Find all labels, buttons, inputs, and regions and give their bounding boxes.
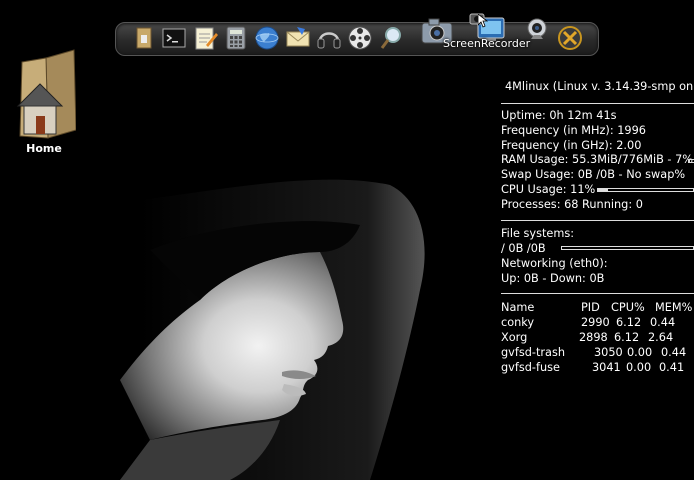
process-pid: 3041	[592, 361, 621, 374]
dock-tooltip: ScreenRecorder	[443, 37, 531, 50]
calculator-icon[interactable]	[222, 24, 250, 52]
process-mem: 0.44	[661, 346, 687, 359]
process-cpu: 0.00	[626, 361, 652, 374]
filesystem-root-bar	[561, 246, 694, 250]
mouse-pointer-icon	[478, 14, 488, 28]
headphones-icon[interactable]	[315, 24, 343, 52]
process-mem: 2.64	[648, 331, 674, 344]
divider	[501, 293, 694, 294]
header-cpu: CPU%	[611, 301, 645, 314]
ram-usage-bar	[688, 159, 694, 163]
header-pid: PID	[581, 301, 600, 314]
terminal-icon[interactable]	[160, 24, 188, 52]
processes-count: Processes: 68 Running: 0	[501, 198, 643, 211]
frequency-ghz: Frequency (in GHz): 2.00	[501, 139, 642, 152]
cpu-usage: CPU Usage: 11%	[501, 183, 596, 196]
process-cpu: 6.12	[614, 331, 640, 344]
process-name: gvfsd-fuse	[501, 361, 560, 374]
cpu-usage-bar-fill	[598, 189, 609, 191]
divider	[501, 103, 694, 104]
divider	[501, 220, 694, 221]
filesystem-root: / 0B /0B	[501, 242, 546, 255]
file-manager-icon[interactable]	[131, 24, 159, 52]
process-name: gvfsd-trash	[501, 346, 566, 359]
filesystems-title: File systems:	[501, 227, 575, 240]
mail-icon[interactable]	[284, 24, 312, 52]
process-pid: 2898	[579, 331, 608, 344]
process-cpu: 6.12	[616, 316, 642, 329]
home-folder-icon	[16, 49, 76, 139]
ram-usage-bar-fill	[689, 160, 691, 162]
header-mem: MEM%	[655, 301, 693, 314]
frequency-mhz: Frequency (in MHz): 1996	[501, 124, 646, 137]
home-label: Home	[26, 142, 62, 155]
process-pid: 2990	[581, 316, 610, 329]
process-name: conky	[501, 316, 535, 329]
ram-usage: RAM Usage: 55.3MiB/776MiB - 7%	[501, 153, 694, 166]
process-cpu: 0.00	[627, 346, 653, 359]
process-name: Xorg	[501, 331, 528, 344]
process-mem: 0.44	[650, 316, 676, 329]
networking-title: Networking (eth0):	[501, 257, 608, 270]
uptime: Uptime: 0h 12m 41s	[501, 109, 617, 122]
desktop-wallpaper	[0, 0, 694, 480]
film-reel-icon[interactable]	[346, 24, 374, 52]
web-browser-icon[interactable]	[253, 24, 281, 52]
system-title: 4Mlinux (Linux v. 3.14.39-smp on i686)	[505, 80, 694, 93]
header-name: Name	[501, 301, 535, 314]
exit-icon[interactable]	[556, 24, 584, 52]
home-desktop-icon[interactable]: Home	[12, 48, 76, 155]
swap-usage: Swap Usage: 0B /0B - No swap%	[501, 168, 686, 181]
process-pid: 3050	[594, 346, 623, 359]
text-editor-icon[interactable]	[191, 24, 219, 52]
magnifier-icon[interactable]	[378, 24, 406, 52]
process-mem: 0.41	[659, 361, 685, 374]
network-up-down: Up: 0B - Down: 0B	[501, 272, 605, 285]
cpu-usage-bar	[597, 188, 694, 192]
